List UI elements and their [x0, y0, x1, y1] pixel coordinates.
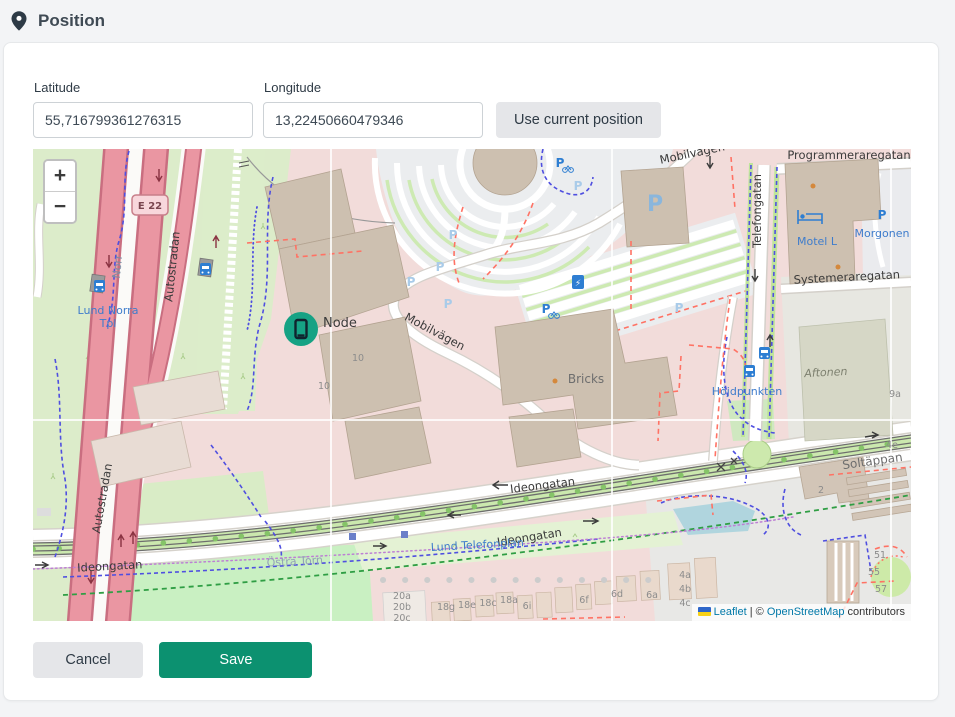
cancel-button[interactable]: Cancel [33, 642, 143, 678]
map-label-norr: Norr [110, 254, 125, 280]
house-number: 20a [393, 591, 411, 602]
house-number: 18e [458, 600, 476, 611]
map-label-hojdpunkten: Höjdpunkten [712, 385, 782, 398]
attribution-contributors: contributors [844, 606, 905, 618]
latitude-field: Latitude [33, 80, 253, 138]
map-label-10: 10 [318, 381, 330, 392]
map-label-10: 10 [352, 353, 364, 364]
map-label-bricks: Bricks [568, 372, 604, 386]
map-label-telefongatan: Telefongatan [750, 174, 764, 249]
parking-icon: P [436, 260, 445, 274]
map-label-morgonen: Morgonen [855, 227, 910, 240]
house-number: 6i [523, 601, 532, 612]
map-label-2: 2 [818, 485, 824, 496]
aftonen-building [799, 319, 893, 441]
bus-icon [759, 347, 770, 359]
poi-dot [553, 379, 558, 384]
tram-stop [349, 533, 356, 540]
position-pin-icon [10, 10, 28, 32]
parking-garage-icon: P [647, 192, 663, 217]
map-label-lund-norra-tpl: Tpl [99, 317, 117, 330]
house-number: 51 [874, 550, 886, 561]
zoom-in-button[interactable]: + [45, 161, 75, 192]
map-label-motel-l: Motel L [797, 235, 838, 248]
longitude-input[interactable] [263, 102, 483, 138]
map-label-lund-norra: Lund Norra [78, 304, 139, 317]
map-label-programmeraregatan: Programmeraregatan [787, 149, 910, 162]
poi-dot [836, 265, 841, 270]
parking-icon: P [675, 301, 684, 315]
house-number: 4a [679, 570, 691, 581]
tram-stop [401, 531, 408, 538]
form-actions: Cancel Save [33, 642, 909, 678]
leaflet-link[interactable]: Leaflet [714, 606, 747, 618]
bicycle-parking-icon: P [542, 302, 551, 316]
latitude-input[interactable] [33, 102, 253, 138]
coordinate-form-row: Latitude Longitude Use current position [33, 80, 909, 138]
parking-icon: P [444, 297, 453, 311]
svg-text:⚡: ⚡ [575, 279, 581, 289]
bicycle-parking-icon: P [556, 156, 565, 170]
map-attribution: Leaflet | © OpenStreetMap contributors [692, 604, 911, 621]
roundabout [743, 440, 771, 468]
house-number: 4c [679, 598, 690, 609]
poi-dot [811, 184, 816, 189]
charging-station-icon: ⚡ [572, 275, 584, 289]
house-number: 18g [437, 602, 455, 613]
page-header: Position [0, 0, 955, 42]
openstreetmap-link[interactable]: OpenStreetMap [767, 606, 845, 618]
node-marker-label: Node [323, 316, 357, 331]
save-button[interactable]: Save [159, 642, 312, 678]
parking-icon: P [407, 275, 416, 289]
longitude-label: Longitude [264, 80, 483, 95]
map[interactable]: ⚡ [33, 149, 911, 621]
bus-icon [744, 365, 755, 377]
house-number: 55 [868, 567, 880, 578]
house-number: 18c [479, 598, 496, 609]
parking-icon: P [878, 208, 887, 222]
map-label-9a: 9a [889, 389, 901, 400]
map-label-e22: E 22 [138, 201, 162, 212]
position-card: Latitude Longitude Use current position [3, 42, 939, 701]
parking-icon: P [574, 179, 583, 193]
bus-icon [200, 263, 211, 275]
map-label-aftonen: Aftonen [803, 365, 848, 380]
map-canvas: ⚡ [33, 149, 911, 621]
longitude-field: Longitude [263, 80, 483, 138]
latitude-label: Latitude [34, 80, 253, 95]
map-label-4e: 4e [886, 440, 898, 451]
page-title: Position [38, 11, 105, 31]
use-current-position-button[interactable]: Use current position [496, 102, 661, 138]
house-number: 4b [679, 584, 691, 595]
attribution-separator: | © [747, 606, 767, 618]
house-number: 57 [875, 584, 887, 595]
zoom-out-button[interactable]: − [45, 192, 75, 222]
parking-icon: P [449, 228, 458, 242]
house-number: 6f [579, 595, 589, 606]
bus-icon [94, 280, 105, 292]
ukraine-flag-icon [698, 607, 711, 616]
map-zoom-control: + − [43, 159, 77, 224]
house-number: 6a [646, 590, 658, 601]
house-number: 6d [611, 589, 623, 600]
house-number: 20c [393, 613, 410, 621]
house-number: 20b [393, 602, 411, 613]
house-number: 18a [500, 595, 518, 606]
